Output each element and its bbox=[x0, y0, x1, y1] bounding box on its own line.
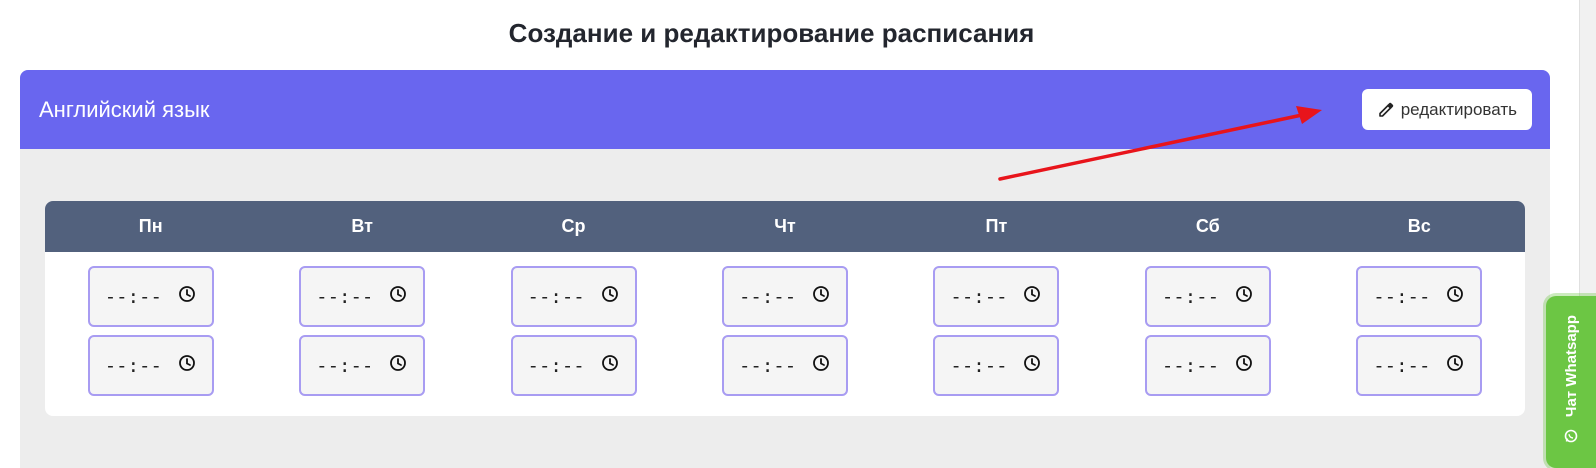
clock-icon[interactable] bbox=[1235, 354, 1253, 377]
day-header-col: Ср bbox=[468, 201, 679, 252]
day-header: Сб bbox=[1195, 216, 1220, 236]
clock-icon[interactable] bbox=[1023, 285, 1041, 308]
day-header-col: Чт bbox=[679, 201, 890, 252]
day-header: Ср bbox=[561, 216, 586, 236]
weekly-schedule: Пн Вт Ср Чт Пт Сб Вс --:-- --:-- --:-- --:-- --:--… bbox=[45, 201, 1525, 416]
clock-icon[interactable] bbox=[1023, 354, 1041, 377]
edit-button[interactable]: редактировать bbox=[1361, 89, 1532, 130]
day-slots-col: --:-- --:-- bbox=[1314, 266, 1525, 404]
page: Создание и редактирование расписания Анг… bbox=[0, 0, 1596, 468]
time-value: --:-- bbox=[316, 285, 374, 308]
time-input[interactable]: --:-- bbox=[510, 266, 637, 327]
time-input[interactable]: --:-- bbox=[87, 335, 214, 396]
time-value: --:-- bbox=[950, 285, 1008, 308]
time-value: --:-- bbox=[104, 285, 162, 308]
day-header-col: Пн bbox=[45, 201, 256, 252]
time-input[interactable]: --:-- bbox=[1144, 266, 1271, 327]
time-value: --:-- bbox=[104, 354, 162, 377]
time-value: --:-- bbox=[1373, 285, 1431, 308]
clock-icon[interactable] bbox=[812, 354, 830, 377]
time-input[interactable]: --:-- bbox=[1356, 335, 1483, 396]
day-header: Вс bbox=[1407, 216, 1431, 236]
time-value: --:-- bbox=[527, 285, 585, 308]
time-value: --:-- bbox=[316, 354, 374, 377]
day-header: Пт bbox=[985, 216, 1008, 236]
time-input[interactable]: --:-- bbox=[510, 335, 637, 396]
pencil-icon bbox=[1377, 101, 1395, 119]
day-header: Пн bbox=[138, 216, 163, 236]
time-input[interactable]: --:-- bbox=[933, 266, 1060, 327]
card-title: Английский язык bbox=[39, 96, 210, 122]
day-slots-col: --:-- --:-- bbox=[679, 266, 890, 404]
clock-icon[interactable] bbox=[1446, 354, 1464, 377]
day-slots-col: --:-- --:-- bbox=[468, 266, 679, 404]
day-header: Вт bbox=[351, 216, 373, 236]
time-value: --:-- bbox=[527, 354, 585, 377]
time-value: --:-- bbox=[1161, 285, 1220, 308]
time-value: --:-- bbox=[1161, 354, 1220, 377]
clock-icon[interactable] bbox=[601, 354, 619, 377]
day-header-col: Сб bbox=[1102, 201, 1313, 252]
time-value: --:-- bbox=[738, 354, 797, 377]
time-value: --:-- bbox=[950, 354, 1008, 377]
time-input[interactable]: --:-- bbox=[1356, 266, 1483, 327]
page-title: Создание и редактирование расписания bbox=[508, 18, 1035, 48]
clock-icon[interactable] bbox=[1235, 285, 1253, 308]
day-slots-col: --:-- --:-- bbox=[45, 266, 256, 404]
clock-icon[interactable] bbox=[1446, 285, 1464, 308]
time-slots-row: --:-- --:-- --:-- --:-- --:-- --:-- --:-- --:--… bbox=[45, 252, 1525, 404]
day-slots-col: --:-- --:-- bbox=[256, 266, 467, 404]
day-slots-col: --:-- --:-- bbox=[891, 266, 1102, 404]
time-value: --:-- bbox=[738, 285, 797, 308]
clock-icon[interactable] bbox=[389, 285, 407, 308]
clock-icon[interactable] bbox=[178, 285, 196, 308]
clock-icon[interactable] bbox=[812, 285, 830, 308]
edit-button-label: редактировать bbox=[1400, 99, 1517, 119]
time-input[interactable]: --:-- bbox=[721, 266, 848, 327]
day-header-col: Вс bbox=[1314, 201, 1525, 252]
clock-icon[interactable] bbox=[601, 285, 619, 308]
time-input[interactable]: --:-- bbox=[721, 335, 848, 396]
whatsapp-chat-button[interactable]: Чат Whatsapp bbox=[1546, 296, 1596, 468]
day-header-col: Пт bbox=[891, 201, 1102, 252]
time-input[interactable]: --:-- bbox=[299, 266, 426, 327]
whatsapp-icon bbox=[1564, 429, 1578, 448]
day-slots-col: --:-- --:-- bbox=[1102, 266, 1313, 404]
clock-icon[interactable] bbox=[389, 354, 407, 377]
time-input[interactable]: --:-- bbox=[299, 335, 426, 396]
day-header: Чт bbox=[774, 216, 796, 236]
day-header-col: Вт bbox=[256, 201, 467, 252]
clock-icon[interactable] bbox=[178, 354, 196, 377]
card-header: Английский язык редактировать bbox=[20, 70, 1550, 149]
whatsapp-chat-label: Чат Whatsapp bbox=[1562, 314, 1580, 417]
schedule-card: Английский язык редактировать Пн Вт Ср Чт Пт… bbox=[20, 70, 1550, 468]
time-input[interactable]: --:-- bbox=[1144, 335, 1271, 396]
time-input[interactable]: --:-- bbox=[87, 266, 214, 327]
time-input[interactable]: --:-- bbox=[933, 335, 1060, 396]
days-header-row: Пн Вт Ср Чт Пт Сб Вс bbox=[45, 201, 1525, 252]
time-value: --:-- bbox=[1373, 354, 1431, 377]
